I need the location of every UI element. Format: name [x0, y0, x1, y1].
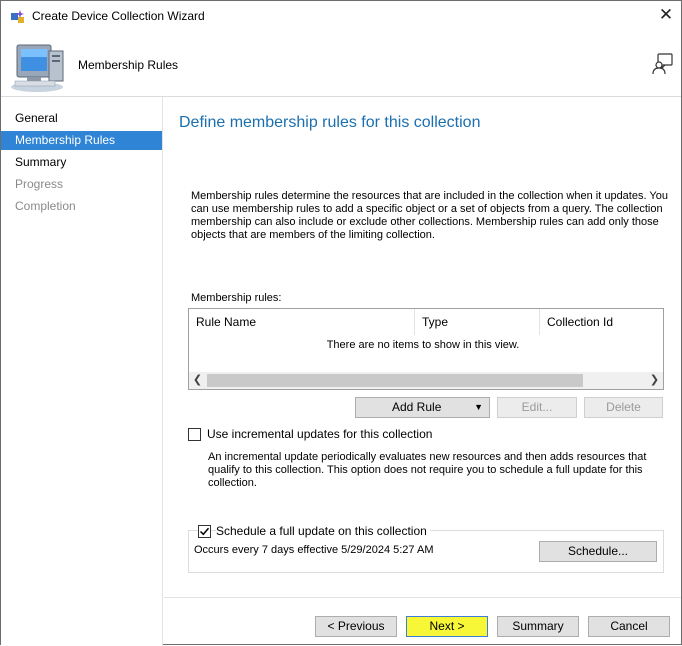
wizard-window: Create Device Collection Wizard ✕ Member… — [0, 0, 682, 646]
sidebar-item-progress: Progress — [15, 177, 64, 191]
close-icon[interactable]: ✕ — [651, 1, 681, 31]
add-rule-label: Add Rule — [392, 400, 442, 414]
wizard-app-icon — [10, 9, 26, 25]
sidebar-item-summary[interactable]: Summary — [1, 153, 162, 172]
scroll-right-icon[interactable]: ❯ — [646, 372, 663, 389]
empty-list-message: There are no items to show in this view. — [326, 339, 520, 351]
add-rule-dropdown-button[interactable]: Add Rule ▼ — [355, 397, 490, 418]
cancel-button[interactable]: Cancel — [588, 616, 670, 637]
full-update-label[interactable]: Schedule a full update on this collectio… — [216, 524, 430, 538]
horizontal-scrollbar[interactable]: ❮ ❯ — [189, 372, 663, 389]
page-heading: Define membership rules for this collect… — [179, 114, 481, 131]
wizard-header: Membership Rules — [1, 31, 681, 96]
full-update-checkbox[interactable] — [198, 525, 211, 538]
help-person-icon[interactable] — [652, 53, 674, 78]
schedule-button[interactable]: Schedule... — [539, 541, 657, 562]
computer-icon — [9, 41, 67, 96]
sidebar-item-general[interactable]: General — [1, 109, 162, 128]
column-header-rule-name[interactable]: Rule Name — [189, 309, 415, 335]
title-bar: Create Device Collection Wizard ✕ — [1, 1, 681, 31]
incremental-updates-description: An incremental update periodically evalu… — [208, 451, 647, 489]
window-title: Create Device Collection Wizard — [32, 9, 205, 23]
wizard-steps-sidebar: General Membership Rules Summary Progres… — [1, 97, 163, 646]
sidebar-item-completion: Completion — [15, 199, 76, 213]
next-button[interactable]: Next > — [406, 616, 488, 637]
sidebar-item-membership-rules[interactable]: Membership Rules — [1, 131, 162, 150]
main-content: Define membership rules for this collect… — [164, 97, 681, 597]
scroll-left-icon[interactable]: ❮ — [189, 372, 206, 389]
footer-divider — [164, 597, 681, 598]
column-header-type[interactable]: Type — [415, 309, 540, 335]
summary-button[interactable]: Summary — [497, 616, 579, 637]
delete-button[interactable]: Delete — [584, 397, 663, 418]
incremental-updates-label[interactable]: Use incremental updates for this collect… — [207, 427, 432, 441]
edit-button[interactable]: Edit... — [497, 397, 577, 418]
dropdown-arrow-icon: ▼ — [474, 402, 483, 412]
checkmark-icon — [199, 527, 210, 536]
schedule-summary-text: Occurs every 7 days effective 5/29/2024 … — [194, 544, 434, 556]
incremental-updates-checkbox[interactable] — [188, 428, 201, 441]
membership-rules-label: Membership rules: — [191, 292, 282, 304]
previous-button[interactable]: < Previous — [315, 616, 397, 637]
page-description: Membership rules determine the resources… — [191, 190, 668, 241]
column-header-collection-id[interactable]: Collection Id — [540, 309, 663, 335]
membership-rules-list[interactable]: Rule Name Type Collection Id There are n… — [188, 308, 664, 390]
scrollbar-thumb[interactable] — [207, 374, 583, 387]
header-title: Membership Rules — [78, 58, 179, 72]
